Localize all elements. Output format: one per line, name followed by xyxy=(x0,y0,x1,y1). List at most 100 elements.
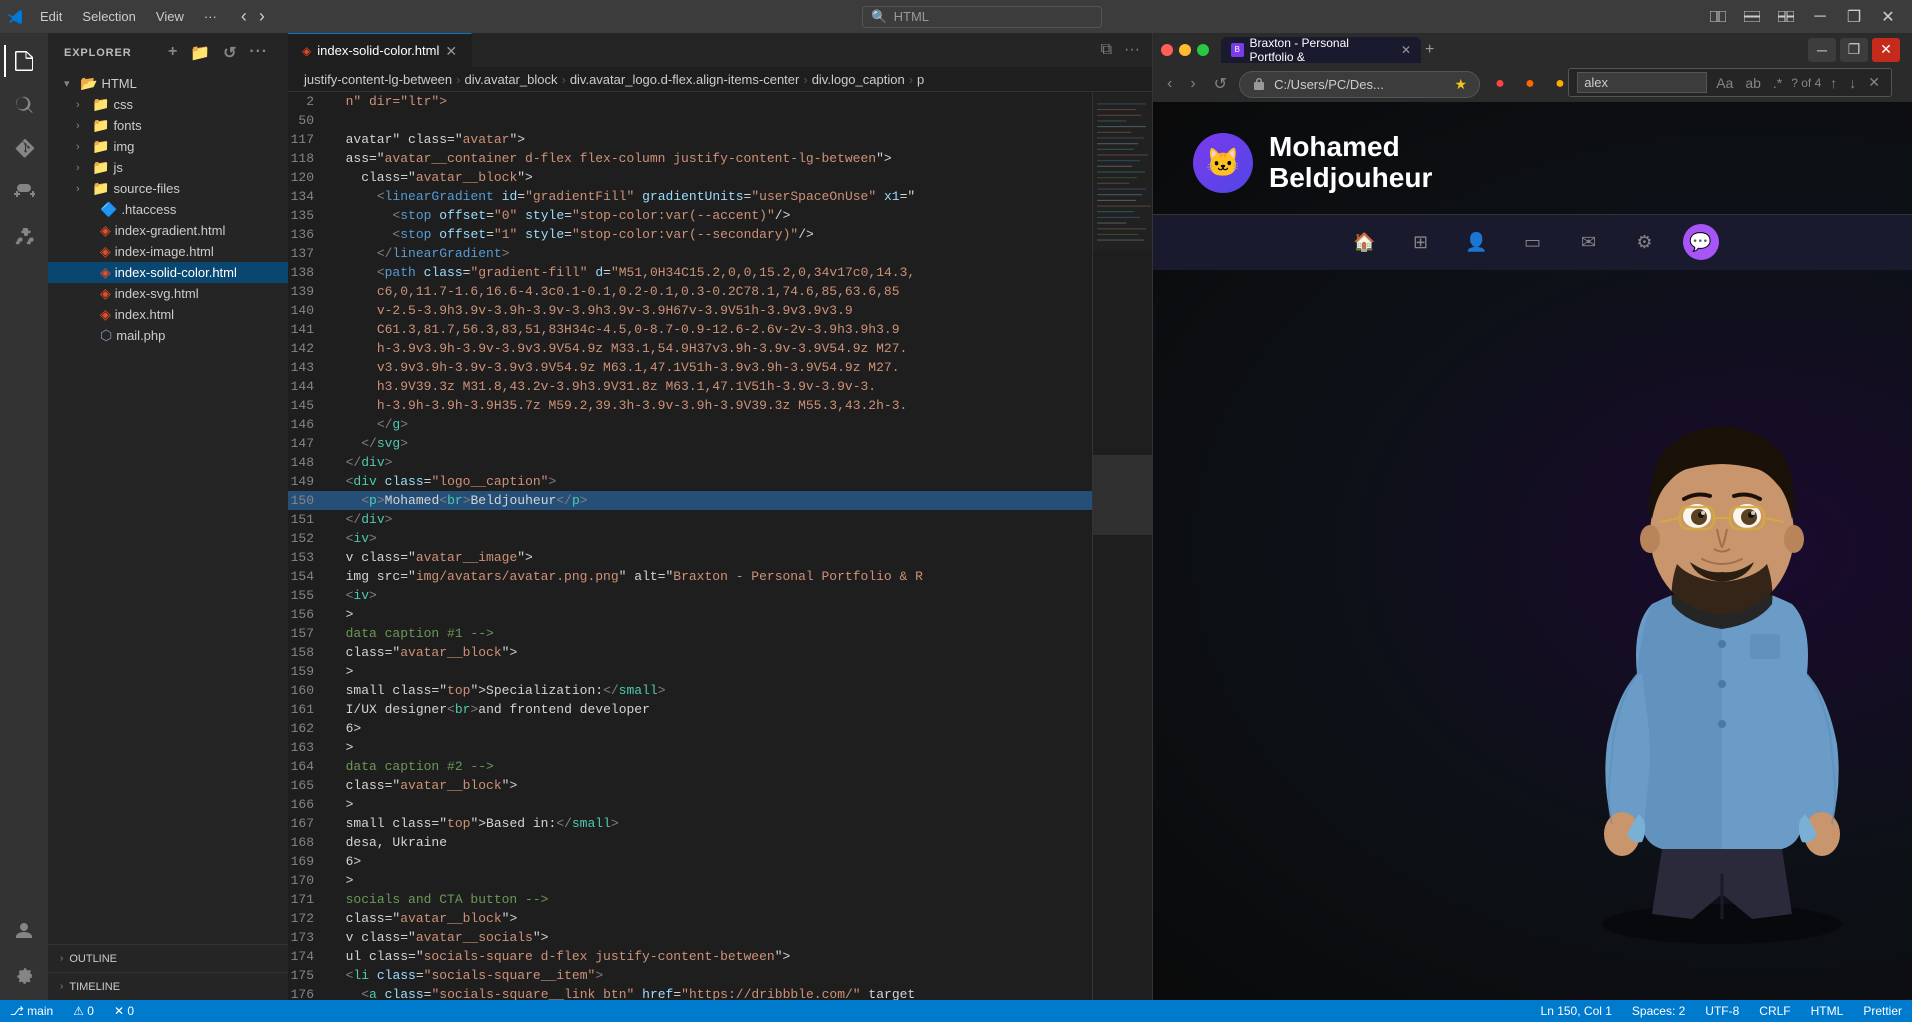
tree-root-html[interactable]: ▾ 📂 HTML xyxy=(48,73,288,94)
activity-settings[interactable] xyxy=(4,956,44,996)
outline-panel[interactable]: › OUTLINE xyxy=(48,944,288,972)
activity-debug[interactable] xyxy=(4,173,44,213)
activity-extensions[interactable] xyxy=(4,217,44,257)
menu-selection[interactable]: Selection xyxy=(72,5,145,28)
browser-win-close[interactable]: ✕ xyxy=(1872,38,1900,62)
folder-icon: 📁 xyxy=(92,180,109,197)
code-area[interactable]: 2 n" dir="ltr"> 50 117 avatar" class="av… xyxy=(288,92,1092,1000)
window-layout-2[interactable] xyxy=(1736,3,1768,31)
tree-item-index-image[interactable]: ◈ index-image.html xyxy=(48,241,288,262)
status-cursor-position[interactable]: Ln 150, Col 1 xyxy=(1531,1000,1622,1022)
tree-item-source-files[interactable]: › 📁 source-files xyxy=(48,178,288,199)
more-actions-icon[interactable]: ··· xyxy=(245,41,272,65)
breadcrumb-5[interactable]: p xyxy=(917,72,924,87)
tree-item-index-svg[interactable]: ◈ index-svg.html xyxy=(48,283,288,304)
code-line: 148 </div> xyxy=(288,453,1092,472)
menu-edit[interactable]: Edit xyxy=(30,5,72,28)
breadcrumb: justify-content-lg-between › div.avatar_… xyxy=(288,68,1152,92)
browser-forward-button[interactable]: › xyxy=(1184,71,1201,97)
breadcrumb-4[interactable]: div.logo_caption xyxy=(812,72,905,87)
browser-minimize-button[interactable] xyxy=(1179,44,1191,56)
more-tab-actions-icon[interactable]: ··· xyxy=(1120,37,1144,63)
browser-tab-active[interactable]: B Braxton - Personal Portfolio & ✕ xyxy=(1221,37,1421,63)
timeline-label: TIMELINE xyxy=(69,981,120,993)
browser-address-bar[interactable]: C:/Users/PC/Des... ★ xyxy=(1239,71,1480,98)
browser-close-button[interactable] xyxy=(1161,44,1173,56)
bottom-home-icon[interactable]: 🏠 xyxy=(1347,224,1383,260)
tree-item-index-gradient[interactable]: ◈ index-gradient.html xyxy=(48,220,288,241)
activity-explorer[interactable] xyxy=(4,41,44,81)
menu-bar: Edit Selection View ··· xyxy=(30,5,227,28)
editor-area: ◈ index-solid-color.html ✕ ⧉ ··· justify… xyxy=(288,33,1152,1000)
refresh-icon[interactable]: ↺ xyxy=(219,41,241,65)
code-line: 166 > xyxy=(288,795,1092,814)
window-restore[interactable]: ❐ xyxy=(1838,3,1870,31)
bottom-grid-icon[interactable]: ⊞ xyxy=(1403,224,1439,260)
timeline-panel[interactable]: › TIMELINE xyxy=(48,972,288,1000)
character-svg xyxy=(1532,364,1912,944)
browser-back-button[interactable]: ‹ xyxy=(1161,71,1178,97)
tab-close-button[interactable]: ✕ xyxy=(445,44,457,58)
bottom-chat-icon[interactable]: 💬 xyxy=(1683,224,1719,260)
folder-icon: 📁 xyxy=(92,96,109,113)
bookmark-icon[interactable]: ★ xyxy=(1454,76,1467,93)
window-minimize[interactable]: ─ xyxy=(1804,3,1836,31)
breadcrumb-3[interactable]: div.avatar_logo.d-flex.align-items-cente… xyxy=(570,72,800,87)
window-layout-1[interactable] xyxy=(1702,3,1734,31)
ext-icon-2[interactable]: ● xyxy=(1516,70,1544,98)
activity-git[interactable] xyxy=(4,129,44,169)
search-icon: 🔍 xyxy=(871,9,887,25)
status-encoding[interactable]: UTF-8 xyxy=(1695,1000,1749,1022)
code-line: 176 <a class="socials-square__link btn" … xyxy=(288,985,1092,1000)
status-formatter[interactable]: Prettier xyxy=(1853,1000,1912,1022)
browser-reload-button[interactable]: ↺ xyxy=(1208,70,1233,98)
bottom-mail-icon[interactable]: ✉ xyxy=(1571,224,1607,260)
browser-maximize-button[interactable] xyxy=(1197,44,1209,56)
browser-tab-close-button[interactable]: ✕ xyxy=(1401,43,1411,57)
status-line-endings[interactable]: CRLF xyxy=(1749,1000,1800,1022)
menu-more[interactable]: ··· xyxy=(194,5,227,28)
portfolio-character xyxy=(1532,364,1912,944)
browser-win-restore[interactable]: ❐ xyxy=(1840,38,1868,62)
status-errors[interactable]: ✕ 0 xyxy=(104,1000,144,1022)
split-editor-icon[interactable]: ⧉ xyxy=(1097,37,1116,63)
status-language[interactable]: HTML xyxy=(1801,1000,1854,1022)
bottom-user-icon[interactable]: 👤 xyxy=(1459,224,1495,260)
ext-icon-1[interactable]: ● xyxy=(1486,70,1514,98)
lock-icon xyxy=(1252,77,1266,91)
menu-view[interactable]: View xyxy=(146,5,194,28)
browser-win-minimize[interactable]: ─ xyxy=(1808,38,1836,62)
nav-forward-button[interactable]: › xyxy=(253,2,271,31)
code-line: 173 v class="avatar__socials"> xyxy=(288,928,1092,947)
activity-search[interactable] xyxy=(4,85,44,125)
status-warnings[interactable]: ⚠ 0 xyxy=(63,1000,104,1022)
search-bar[interactable]: 🔍 HTML xyxy=(862,6,1102,28)
browser-tab-title: Braxton - Personal Portfolio & xyxy=(1250,36,1391,64)
browser-new-tab-button[interactable]: + xyxy=(1421,37,1438,63)
tree-item-mail-php[interactable]: ⬡ mail.php xyxy=(48,325,288,346)
nav-back-button[interactable]: ‹ xyxy=(235,2,253,31)
minimap[interactable] xyxy=(1092,92,1152,1000)
breadcrumb-2[interactable]: div.avatar_block xyxy=(464,72,557,87)
tree-item-index-solid-color[interactable]: ◈ index-solid-color.html xyxy=(48,262,288,283)
minimap-slider[interactable] xyxy=(1093,455,1152,535)
status-spaces[interactable]: Spaces: 2 xyxy=(1622,1000,1695,1022)
bottom-settings-icon[interactable]: ⚙ xyxy=(1627,224,1663,260)
editor-tab-active[interactable]: ◈ index-solid-color.html ✕ xyxy=(288,33,472,68)
tree-item-js[interactable]: › 📁 js xyxy=(48,157,288,178)
tree-item-img[interactable]: › 📁 img xyxy=(48,136,288,157)
tree-item-fonts[interactable]: › 📁 fonts xyxy=(48,115,288,136)
bottom-portfolio-icon[interactable]: ▭ xyxy=(1515,224,1551,260)
new-file-icon[interactable]: + xyxy=(164,41,182,65)
breadcrumb-1[interactable]: justify-content-lg-between xyxy=(304,72,452,87)
activity-accounts[interactable] xyxy=(4,912,44,952)
code-line: 134 <linearGradient id="gradientFill" gr… xyxy=(288,187,1092,206)
tree-item-htaccess[interactable]: 🔷 .htaccess xyxy=(48,199,288,220)
window-close[interactable]: ✕ xyxy=(1872,3,1904,31)
tree-item-index[interactable]: ◈ index.html xyxy=(48,304,288,325)
browser-favicon: B xyxy=(1231,43,1244,57)
window-layout-3[interactable] xyxy=(1770,3,1802,31)
new-folder-icon[interactable]: 📁 xyxy=(186,41,215,65)
status-branch[interactable]: ⎇ main xyxy=(0,1000,63,1022)
tree-item-css[interactable]: › 📁 css xyxy=(48,94,288,115)
